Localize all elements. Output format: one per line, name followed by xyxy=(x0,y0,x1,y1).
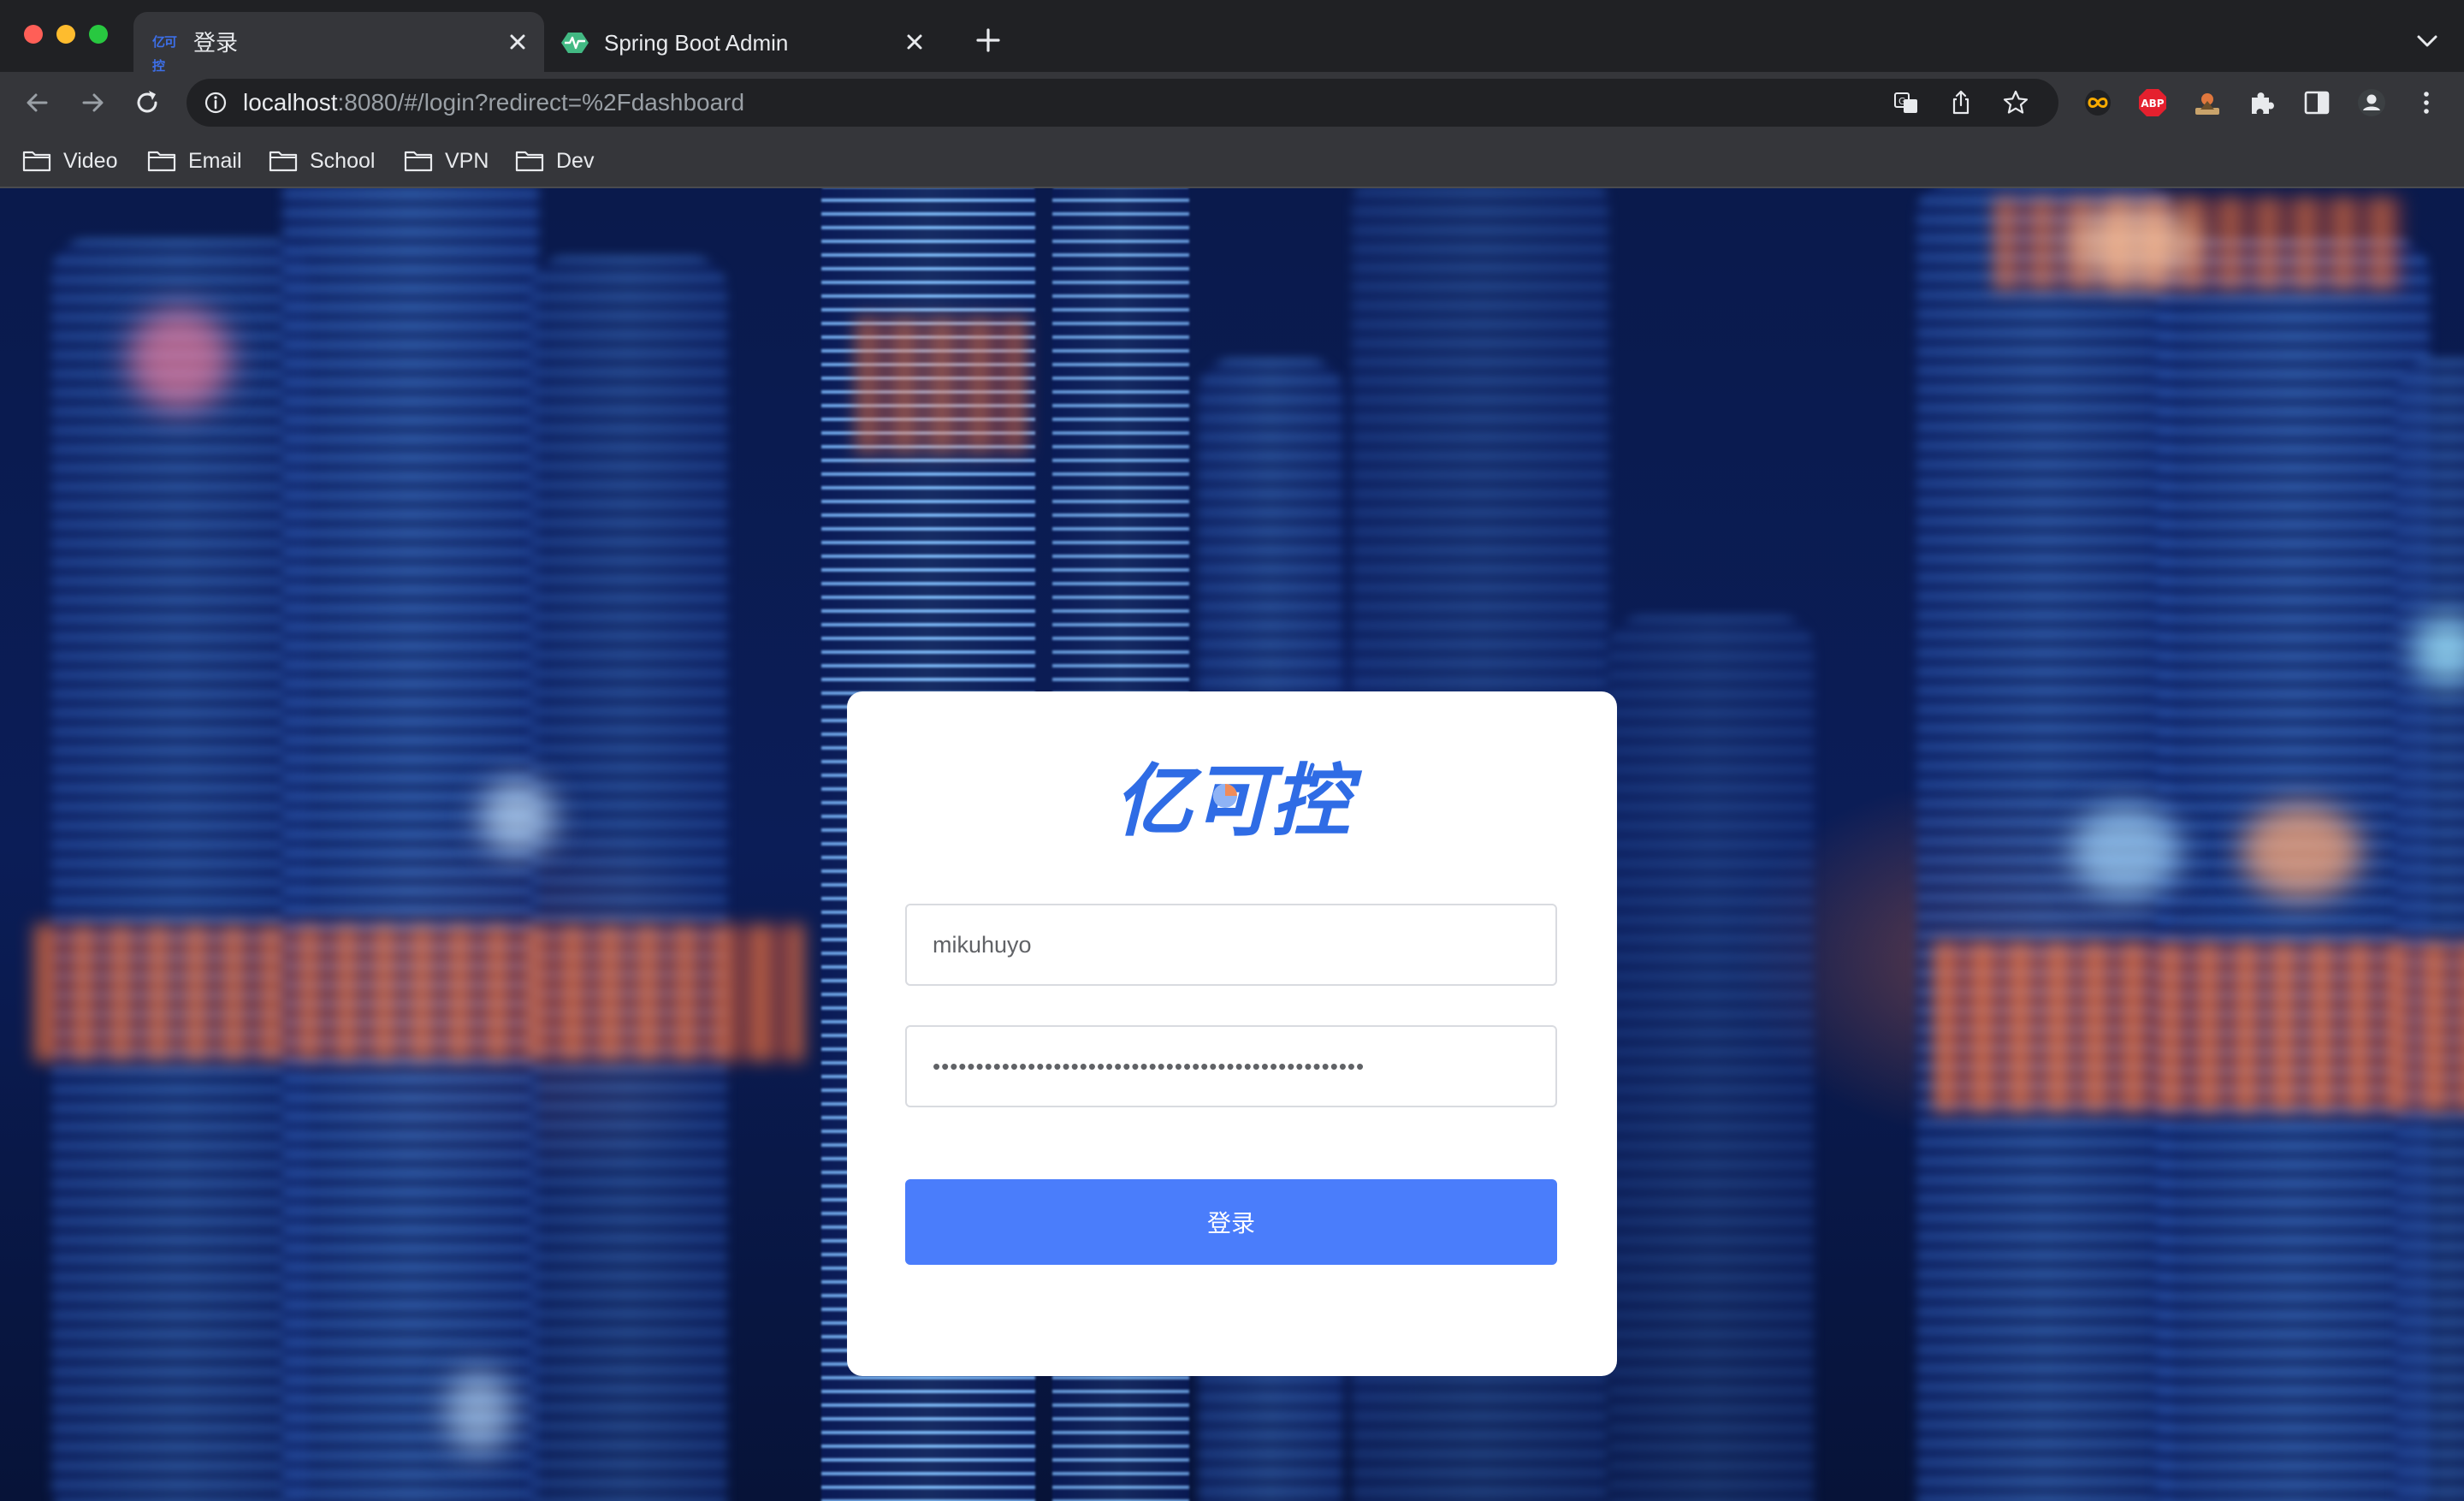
bookmark-folder-video[interactable]: Video xyxy=(22,144,118,178)
yikekong-favicon-icon: 亿可控 xyxy=(152,35,177,74)
yikekong-logo: 亿可控 xyxy=(1114,756,1363,845)
bookmark-star-icon[interactable] xyxy=(2002,89,2029,116)
close-icon[interactable] xyxy=(503,27,532,56)
svg-text:G: G xyxy=(1898,96,1906,107)
svg-text:ABP: ABP xyxy=(2141,98,2164,110)
bookmark-folder-vpn[interactable]: VPN xyxy=(404,144,489,178)
adblock-plus-icon[interactable]: ABP xyxy=(2135,86,2170,120)
more-menu-icon[interactable] xyxy=(2409,86,2443,120)
reload-icon[interactable] xyxy=(130,86,164,120)
username-field[interactable] xyxy=(905,904,1557,986)
address-bar[interactable]: localhost:8080/#/login?redirect=%2Fdashb… xyxy=(187,79,2058,127)
new-tab-plus-icon[interactable] xyxy=(974,26,1003,55)
tab-spring-boot-admin[interactable]: Spring Boot Admin xyxy=(546,12,941,72)
url-host: localhost xyxy=(243,89,338,116)
forward-arrow-icon[interactable] xyxy=(75,86,110,120)
tab-title: Spring Boot Admin xyxy=(604,30,789,56)
bookmark-label: Video xyxy=(63,148,118,173)
bookmark-label: VPN xyxy=(445,148,489,173)
close-icon[interactable] xyxy=(900,27,929,56)
folder-icon xyxy=(515,151,544,172)
tab-strip: 亿可控 登录 Spring Boot Admin xyxy=(0,0,2464,74)
site-info-icon[interactable] xyxy=(204,91,228,115)
url-text[interactable]: localhost:8080/#/login?redirect=%2Fdashb… xyxy=(243,87,744,118)
tab-login[interactable]: 亿可控 登录 xyxy=(133,12,544,74)
minimize-window-button[interactable] xyxy=(56,25,75,44)
bookmark-folder-dev[interactable]: Dev xyxy=(515,144,594,178)
back-arrow-icon[interactable] xyxy=(21,86,55,120)
browser-toolbar: localhost:8080/#/login?redirect=%2Fdashb… xyxy=(0,72,2464,133)
folder-icon xyxy=(404,151,433,172)
password-field[interactable] xyxy=(905,1025,1557,1107)
folder-icon xyxy=(22,151,51,172)
share-icon[interactable] xyxy=(1947,89,1975,116)
side-panel-icon[interactable] xyxy=(2300,86,2334,120)
bookmarks-bar: Video Email School VPN Dev xyxy=(0,133,2464,188)
bookmark-folder-school[interactable]: School xyxy=(269,144,375,178)
profile-extension-icon[interactable] xyxy=(2190,86,2224,120)
chevron-down-icon[interactable] xyxy=(2414,31,2440,51)
login-button[interactable]: 登录 xyxy=(905,1179,1557,1265)
folder-icon xyxy=(147,151,176,172)
logo-text: 亿可控 xyxy=(1114,756,1363,845)
password-input[interactable] xyxy=(933,1027,1531,1106)
translate-icon[interactable]: G xyxy=(1892,89,1920,116)
infinity-icon[interactable] xyxy=(2081,86,2115,120)
login-card: 亿可控 登录 xyxy=(847,691,1617,1376)
username-input[interactable] xyxy=(933,905,1531,984)
bookmark-folder-email[interactable]: Email xyxy=(147,144,242,178)
zoom-window-button[interactable] xyxy=(89,25,108,44)
bookmark-label: Dev xyxy=(556,148,595,173)
bookmark-label: School xyxy=(310,148,376,173)
browser-chrome: 亿可控 登录 Spring Boot Admin localhost:8080/… xyxy=(0,0,2464,188)
close-window-button[interactable] xyxy=(24,25,43,44)
spring-boot-admin-icon xyxy=(561,33,589,53)
folder-icon xyxy=(269,151,298,172)
tab-title: 登录 xyxy=(193,30,239,56)
url-path: :8080/#/login?redirect=%2Fdashboard xyxy=(337,89,745,116)
account-icon[interactable] xyxy=(2354,86,2389,120)
bookmark-label: Email xyxy=(188,148,242,173)
login-page: 亿可控 登录 xyxy=(0,188,2464,1501)
puzzle-extensions-icon[interactable] xyxy=(2245,86,2279,120)
